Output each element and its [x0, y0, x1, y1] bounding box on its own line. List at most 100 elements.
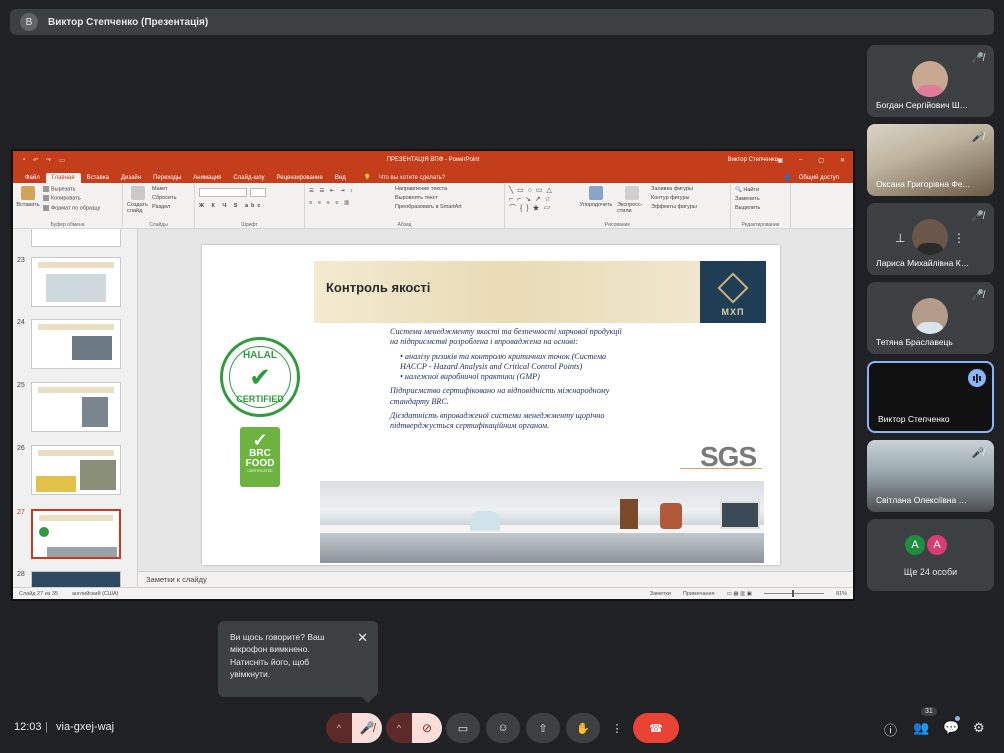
camera-off-button[interactable]: ⊘	[412, 713, 442, 743]
slide-thumb-23[interactable]: 23	[17, 257, 121, 307]
raise-hand-button[interactable]: ✋	[566, 713, 600, 743]
find-button[interactable]: 🔍 Найти	[735, 187, 786, 193]
participant-name: Оксана Григорівна Фе...	[876, 179, 970, 189]
more-participants-tile[interactable]: А А Ще 24 особи	[867, 519, 994, 591]
close-icon[interactable]: ✕	[357, 629, 368, 648]
close-icon[interactable]: ✕	[840, 157, 845, 164]
slide-thumbnails: 23 24 25 26 27 28	[13, 229, 138, 587]
layout-button[interactable]: Макет	[152, 186, 176, 192]
mic-off-icon: 🎤̸	[971, 290, 984, 301]
cut-button[interactable]: Вырезать	[43, 186, 100, 192]
avatar: А	[925, 533, 949, 557]
zoom-slider[interactable]	[763, 590, 824, 597]
tab-insert[interactable]: Вставка	[81, 173, 115, 183]
shape-effects-button[interactable]: Эффекты фигуры	[651, 204, 697, 210]
check-icon: ✓	[252, 430, 268, 450]
redo-icon[interactable]: ↷	[46, 157, 51, 164]
participant-tile[interactable]: 🎤̸ Тетяна Браславець	[867, 282, 994, 354]
slide-thumb-image	[31, 382, 121, 432]
current-slide[interactable]: Контроль якості МХП HALAL ✔ CERTIFIED ✓ …	[202, 245, 780, 565]
slide-thumb-22[interactable]	[17, 229, 121, 247]
people-icon[interactable]: 👥	[913, 720, 929, 736]
participant-tile-speaking[interactable]: Виктор Степченко	[867, 361, 994, 433]
minimize-icon[interactable]: –	[799, 157, 802, 164]
view-buttons[interactable]: ▭ ▦ ▥ ▣	[727, 591, 752, 597]
ribbon-display-icon[interactable]: ▣	[777, 157, 783, 164]
tab-review[interactable]: Рецензирование	[271, 173, 329, 183]
meeting-code: via-gxej-waj	[56, 721, 115, 733]
reset-button[interactable]: Сбросить	[152, 195, 176, 201]
participant-name: Богдан Сергійович Ша...	[876, 100, 971, 110]
participant-tile[interactable]: ⊥ ⋮ 🎤̸ Лариса Михайлівна Ку...	[867, 203, 994, 275]
slide-thumb-27[interactable]: 27	[17, 509, 121, 559]
halal-text: HALAL	[243, 350, 277, 361]
font-size-select[interactable]	[250, 188, 266, 197]
maximize-icon[interactable]: ▢	[818, 157, 824, 164]
share-button[interactable]: 👤 Общий доступ	[778, 172, 853, 183]
audio-options-chevron-icon[interactable]: ^	[326, 713, 352, 743]
present-button[interactable]: ⇧	[526, 713, 560, 743]
undo-icon[interactable]: ↶	[33, 157, 38, 164]
slide-thumb-number	[17, 229, 31, 247]
slide-thumb-28[interactable]: 28	[17, 571, 121, 587]
more-options-button[interactable]: ⋮	[606, 713, 628, 743]
participant-tile[interactable]: 🎤̸ Світлана Олексіївна Ус...	[867, 440, 994, 512]
text-direction-button[interactable]: Направление текста	[395, 186, 462, 192]
copy-button[interactable]: Копировать	[43, 195, 100, 202]
tab-slideshow[interactable]: Слайд-шоу	[227, 173, 270, 183]
font-name-select[interactable]	[199, 188, 247, 197]
more-options-icon[interactable]: ⋮	[953, 231, 965, 245]
laboratory-photo	[320, 481, 764, 563]
paragraph-buttons[interactable]: ☰ ☰ ⇤ ⇥ ↕ ≡ ≡ ≡ ≡ ▥	[309, 188, 389, 226]
new-slide-button[interactable]: Создать слайд	[127, 186, 149, 226]
paste-button[interactable]: Вставить	[16, 186, 40, 226]
shapes-gallery[interactable]: ╲ ▭ ○ ▭ △ ⌐ ⌐ ↘ ↗ ☆ ⌒ { } ★ ▱	[509, 186, 575, 226]
end-call-button[interactable]: ☎	[633, 713, 679, 743]
shared-screen: ▪ ↶ ↷ ▭ ПРЕЗЕНТАЦІЯ ВПФ - PowerPoint Вик…	[11, 149, 855, 601]
language-status[interactable]: английский (США)	[72, 591, 119, 597]
shape-fill-button[interactable]: Заливка фигуры	[651, 186, 697, 192]
notes-toggle[interactable]: Заметки	[650, 591, 671, 597]
notes-pane[interactable]: Заметки к слайду	[138, 571, 853, 587]
mic-off-button[interactable]: 🎤̸	[352, 713, 382, 743]
editing-group-label: Редактирование	[741, 222, 780, 228]
section-button[interactable]: Раздел	[152, 204, 176, 210]
chat-notification-dot	[955, 716, 960, 721]
tab-home[interactable]: Главная	[45, 173, 81, 183]
reactions-button[interactable]: ☺	[486, 713, 520, 743]
captions-button[interactable]: ▭	[446, 713, 480, 743]
replace-button[interactable]: Заменить	[735, 196, 786, 202]
smartart-button[interactable]: Преобразовать в SmartArt	[395, 204, 462, 210]
tab-view[interactable]: Вид	[329, 173, 352, 183]
font-group: Ж К Ч S abc Шрифт	[195, 183, 305, 229]
tab-transitions[interactable]: Переходы	[147, 173, 187, 183]
activities-icon[interactable]: ⚙	[973, 720, 985, 736]
tab-animation[interactable]: Анимация	[187, 173, 227, 183]
zoom-level[interactable]: 81%	[836, 591, 847, 597]
shape-outline-button[interactable]: Контур фигуры	[651, 195, 697, 201]
tell-me-input[interactable]: 💡 Что вы хотите сделать?	[358, 172, 457, 183]
participant-tile[interactable]: 🎤̸ Богдан Сергійович Ша...	[867, 45, 994, 117]
save-icon[interactable]: ▪	[23, 157, 25, 164]
mic-off-icon: 🎤̸	[971, 53, 984, 64]
slide-thumb-25[interactable]: 25	[17, 382, 121, 432]
toast-text: Ви щось говорите? Ваш мікрофон вимкнено.…	[230, 632, 325, 679]
meeting-info-icon[interactable]: ⓘ	[884, 720, 897, 739]
format-painter-button[interactable]: Формат по образцу	[43, 204, 100, 211]
slide-thumb-24[interactable]: 24	[17, 319, 121, 369]
slide-thumb-26[interactable]: 26	[17, 445, 121, 495]
participant-tile[interactable]: 🎤̸ Оксана Григорівна Фе...	[867, 124, 994, 196]
tab-design[interactable]: Дизайн	[115, 173, 147, 183]
comments-toggle[interactable]: Примечания	[683, 591, 715, 597]
video-options-chevron-icon[interactable]: ^	[386, 713, 412, 743]
slideshow-icon[interactable]: ▭	[59, 157, 65, 164]
chat-icon[interactable]: 💬	[943, 720, 959, 736]
pin-icon[interactable]: ⊥	[895, 231, 905, 245]
slide-thumb-image	[31, 319, 121, 369]
tab-file[interactable]: Файл	[19, 173, 46, 183]
arrange-button[interactable]: Упорядочить	[579, 186, 613, 226]
quick-styles-button[interactable]: Экспресс-стили	[617, 186, 647, 226]
select-button[interactable]: Выделить	[735, 205, 786, 211]
align-text-button[interactable]: Выровнять текст	[395, 195, 462, 201]
font-format-buttons[interactable]: Ж К Ч S abc	[199, 203, 300, 209]
